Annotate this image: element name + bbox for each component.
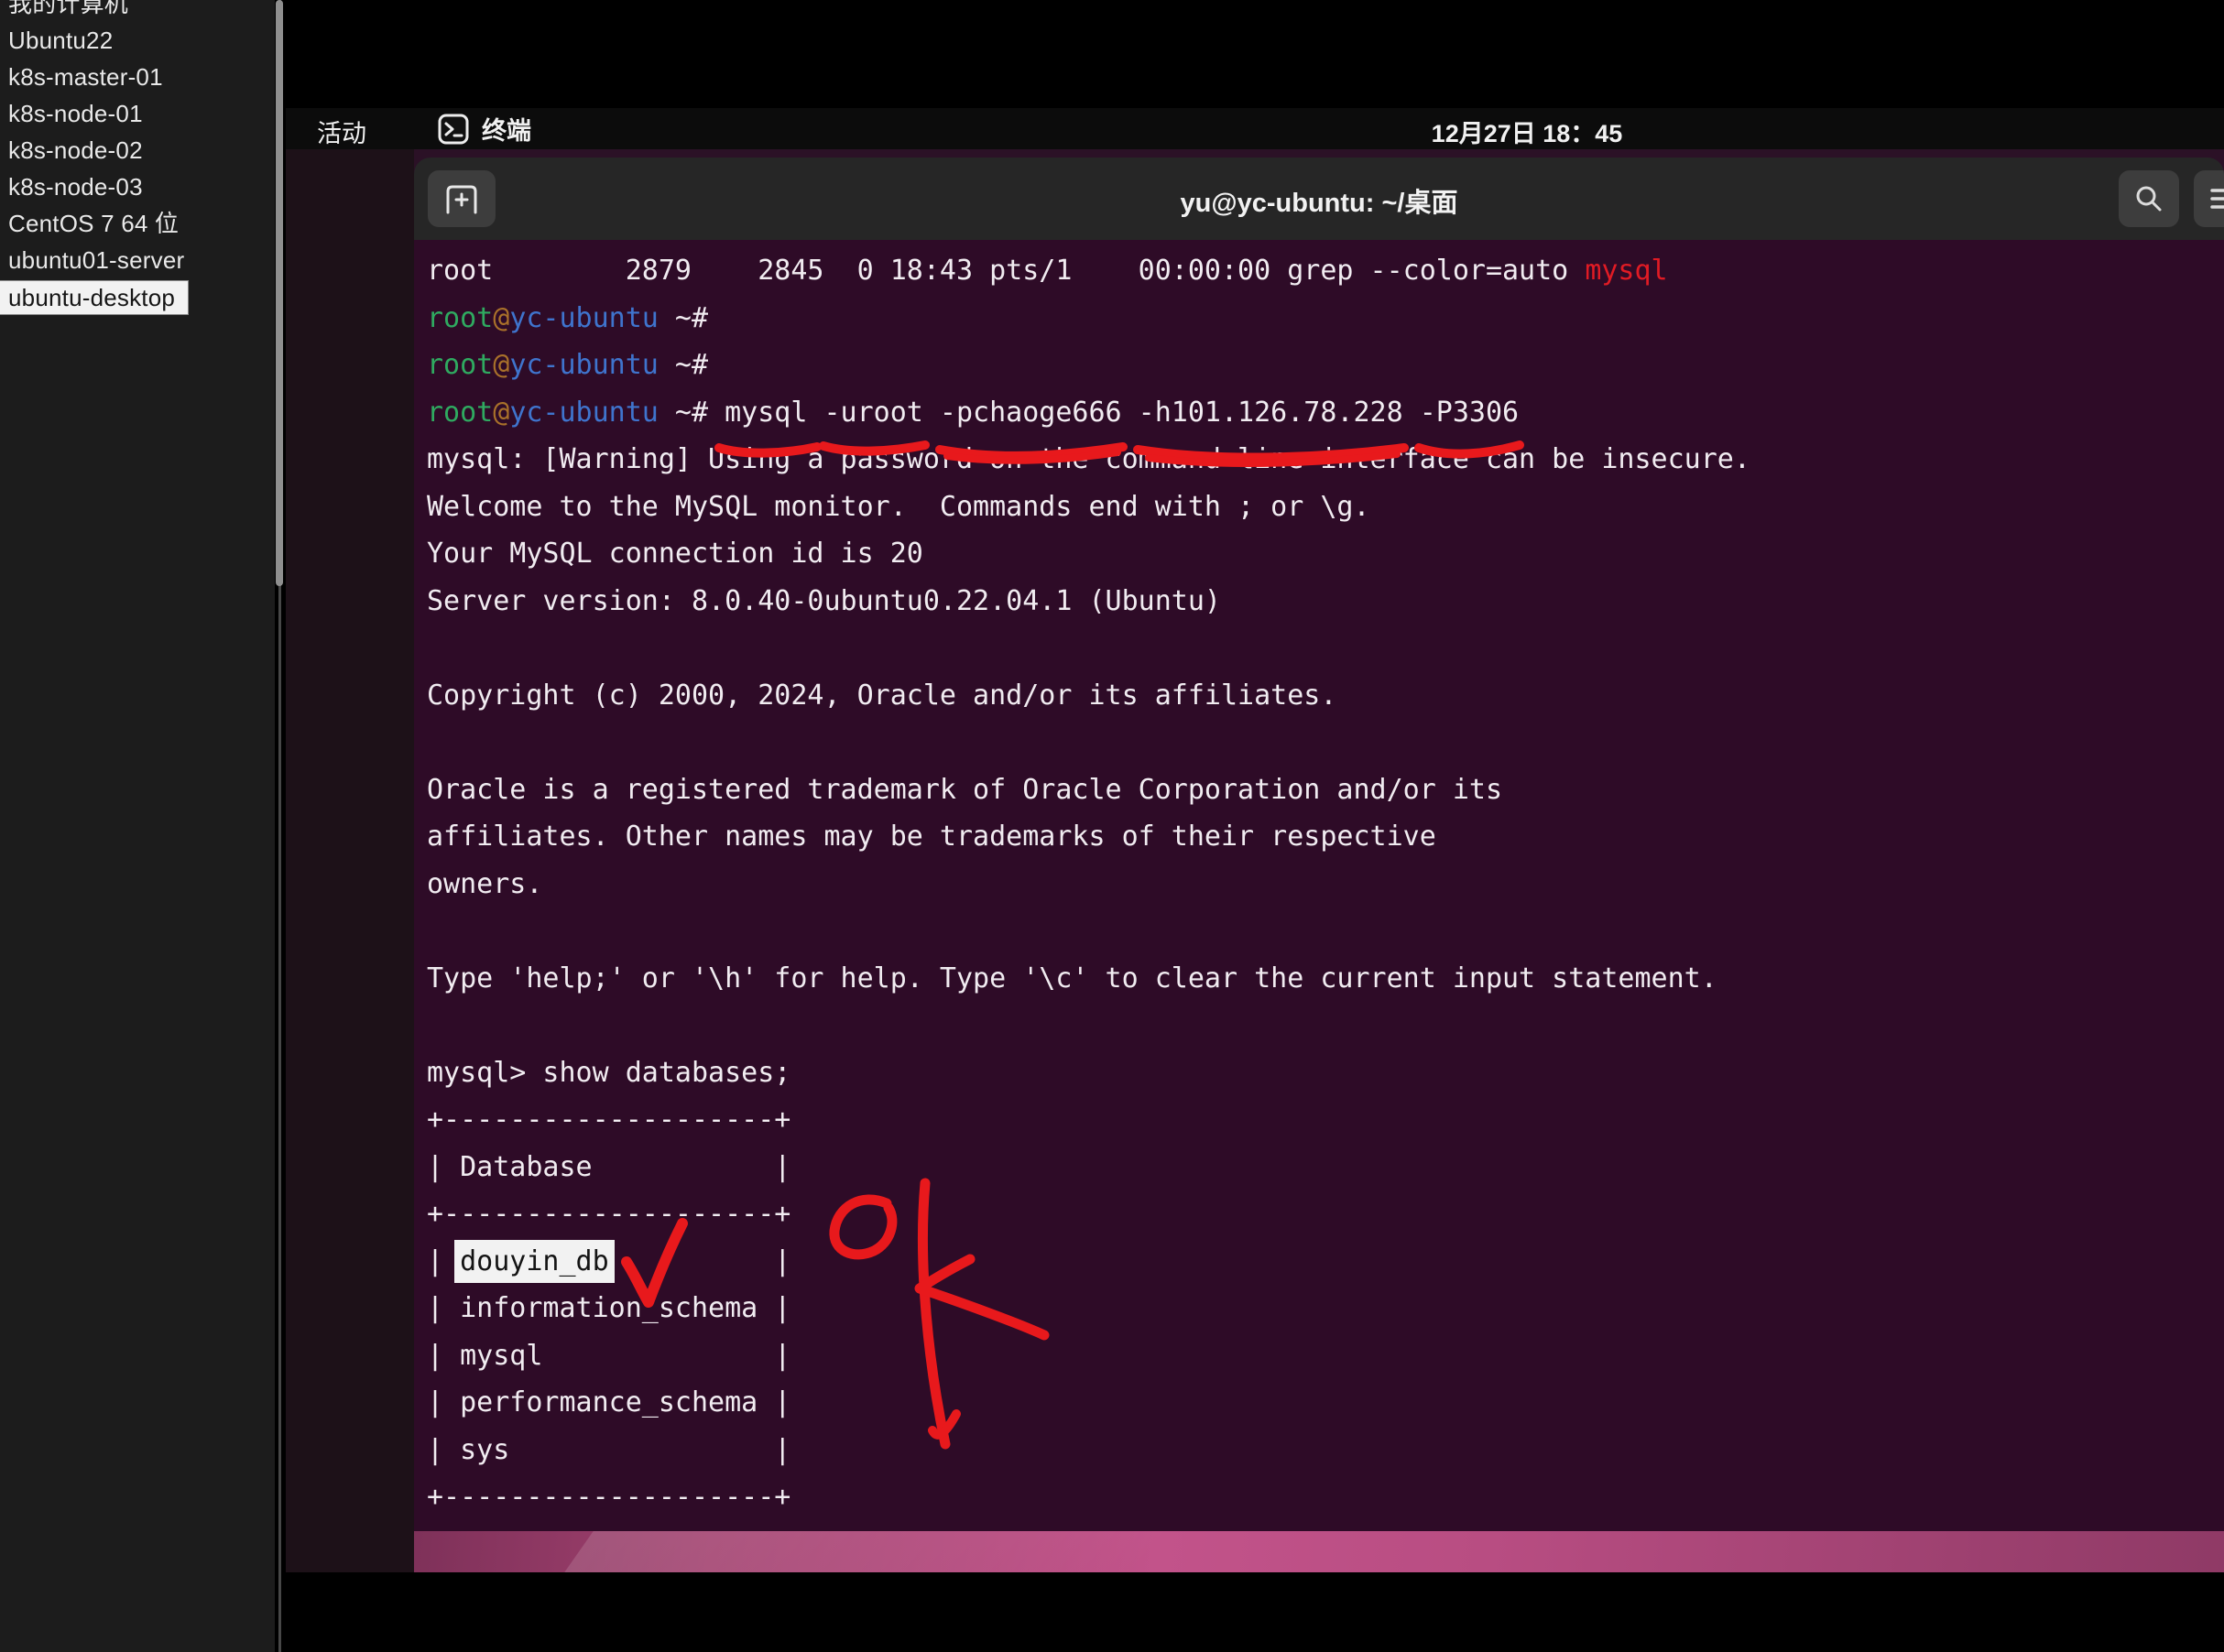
server-version-line: Server version: 8.0.40-0ubuntu0.22.04.1 … [427,585,1750,633]
focused-app-menu[interactable]: 终端 [438,111,531,147]
clock[interactable]: 12月27日 18：45 [1412,114,1641,149]
table-row: | sys | [427,1434,1750,1482]
copyright-line: Copyright (c) 2000, 2024, Oracle and/or … [427,679,1750,727]
vm-item-computer[interactable]: 我的计算机 [0,0,275,22]
vm-list: 我的计算机 Ubuntu22 k8s-master-01 k8s-node-01… [0,0,275,314]
help-hint-line: Type 'help;' or '\h' for help. Type '\c'… [427,962,1750,1010]
vm-item-k8s-node-03[interactable]: k8s-node-03 [0,168,275,205]
table-border: +--------------------+ [427,1198,1750,1245]
vm-item-ubuntu01-server[interactable]: ubuntu01-server [0,242,275,278]
terminal-window: yu@yc-ubuntu: ~/桌面 ro [414,158,2224,1531]
screen: 我的计算机 Ubuntu22 k8s-master-01 k8s-node-01… [0,0,2224,1652]
vm-item-k8s-node-02[interactable]: k8s-node-02 [0,132,275,168]
trademark-line: Oracle is a registered trademark of Orac… [427,774,1750,821]
activities-button[interactable]: 活动 [317,114,366,149]
vm-item-centos7[interactable]: CentOS 7 64 位 [0,205,275,242]
dock [286,149,414,1572]
show-databases-query: mysql> show databases; [427,1057,1750,1104]
douyin-db-highlighted: douyin_db [460,1245,609,1277]
shell-prompt: root@yc-ubuntu ~# [427,349,1750,397]
vm-list-panel: 我的计算机 Ubuntu22 k8s-master-01 k8s-node-01… [0,0,275,1652]
terminal-output: root 2879 2845 0 18:43 pts/1 00:00:00 gr… [427,255,1750,1528]
mysql-command-line: root@yc-ubuntu ~# mysql -uroot -pchaoge6… [427,397,1750,444]
vm-item-k8s-node-01[interactable]: k8s-node-01 [0,95,275,132]
gnome-top-bar: 活动 终端 12月27日 18：45 [286,108,2224,149]
search-button[interactable] [2119,170,2179,227]
mysql-command: mysql -uroot -pchaoge666 -h101.126.78.22… [708,397,1519,429]
hamburger-menu-icon [2208,183,2224,214]
table-row: | performance_schema | [427,1386,1750,1434]
ps-output-line: root 2879 2845 0 18:43 pts/1 00:00:00 gr… [427,255,1750,302]
terminal-titlebar[interactable]: yu@yc-ubuntu: ~/桌面 [414,158,2224,240]
search-icon [2132,182,2165,215]
trademark-line: affiliates. Other names may be trademark… [427,821,1750,868]
table-row: | information_schema | [427,1292,1750,1340]
vm-item-ubuntu-desktop-selected[interactable]: ubuntu-desktop [0,281,188,314]
ubuntu-desktop-screen: A ? >_ ♻ 活动 终端 12月27日 18：45 [286,0,2224,1652]
welcome-line: Welcome to the MySQL monitor. Commands e… [427,491,1750,538]
panel-scrollbar-thumb[interactable] [276,0,283,586]
terminal-body[interactable]: root 2879 2845 0 18:43 pts/1 00:00:00 gr… [414,240,2224,1531]
connection-id-line: Your MySQL connection id is 20 [427,538,1750,585]
table-border: +--------------------+ [427,1103,1750,1151]
desktop-wallpaper-pink-strip [286,1531,2224,1572]
vm-item-k8s-master-01[interactable]: k8s-master-01 [0,59,275,95]
trademark-line: owners. [427,868,1750,916]
terminal-mini-icon [438,114,469,145]
menu-button[interactable] [2194,170,2224,227]
table-border: +--------------------+ [427,1481,1750,1528]
table-row: | mysql | [427,1340,1750,1387]
vm-item-ubuntu22[interactable]: Ubuntu22 [0,22,275,59]
focused-app-name: 终端 [482,111,531,147]
table-header: | Database | [427,1151,1750,1199]
warning-line: mysql: [Warning] Using a password on the… [427,443,1750,491]
shell-prompt: root@yc-ubuntu ~# [427,302,1750,350]
table-row-douyin: | douyin_db | [427,1245,1750,1293]
window-title: yu@yc-ubuntu: ~/桌面 [414,181,2224,220]
